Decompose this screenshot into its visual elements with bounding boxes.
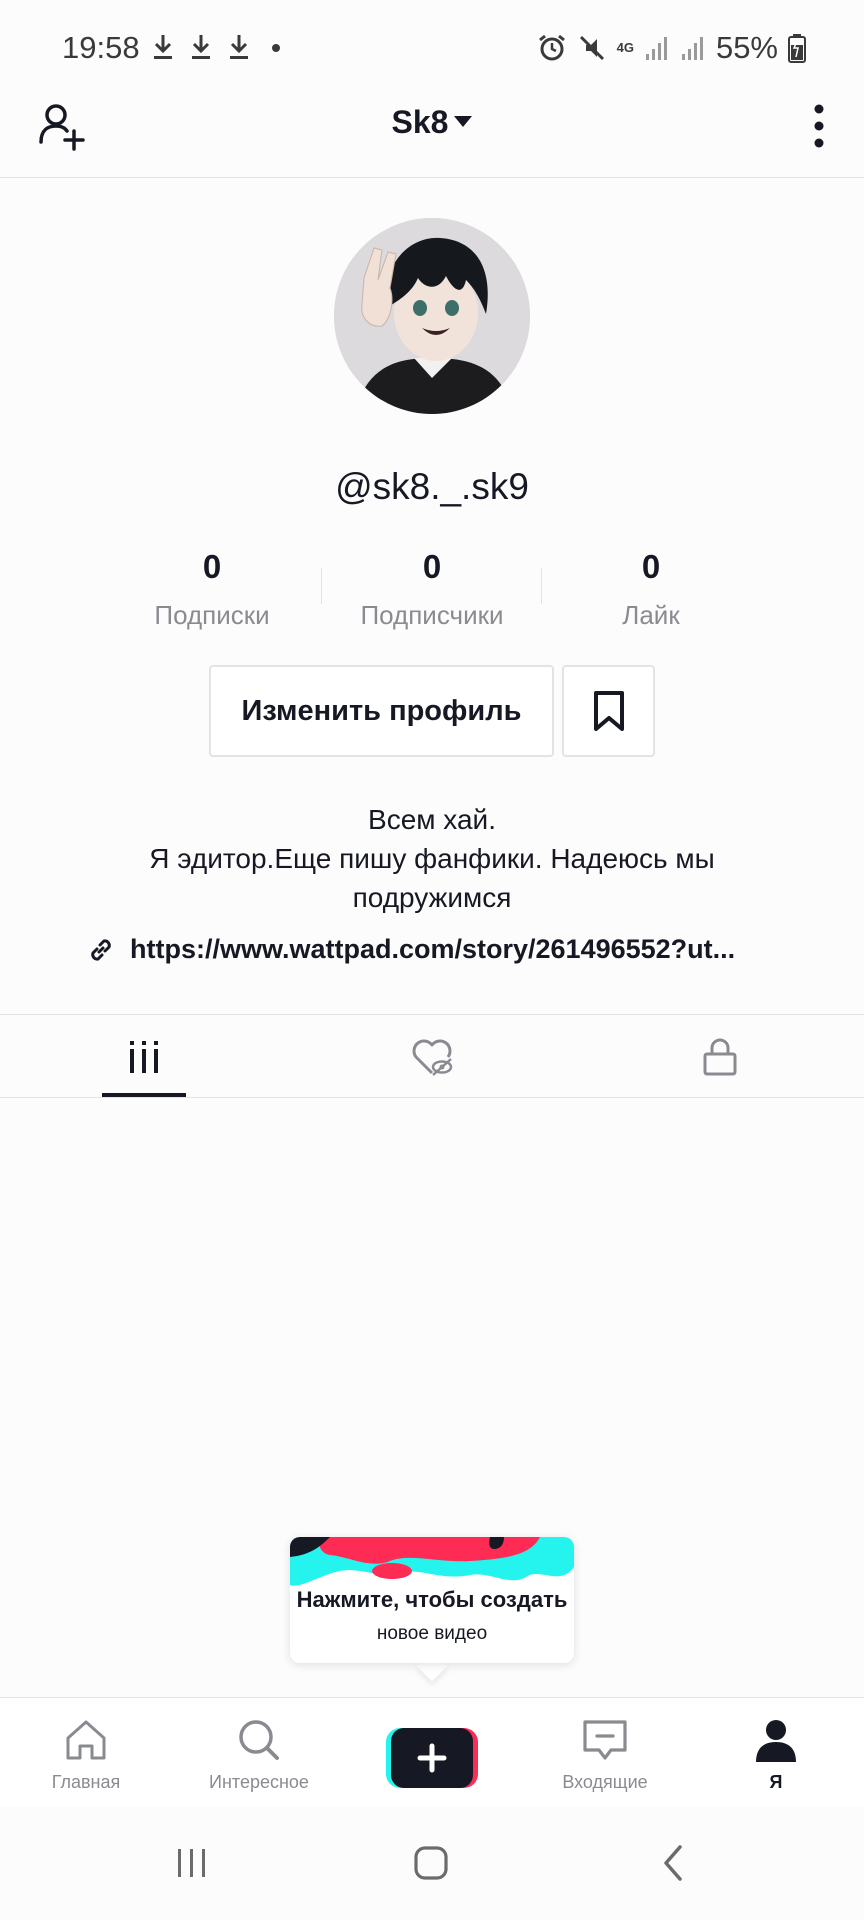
- alarm-icon: [538, 34, 565, 61]
- inbox-icon: [583, 1720, 627, 1760]
- nav-home[interactable]: Главная: [16, 1718, 156, 1793]
- nav-inbox[interactable]: Входящие: [535, 1718, 675, 1793]
- download-icon: [192, 35, 210, 59]
- bookmark-icon: [593, 691, 624, 731]
- likes-stat[interactable]: 0 Лайк: [551, 548, 751, 631]
- followers-label: Подписчики: [360, 600, 504, 630]
- tab-liked[interactable]: [288, 1015, 576, 1099]
- active-tab-indicator: [102, 1093, 186, 1097]
- recent-apps-icon[interactable]: [172, 1843, 212, 1883]
- tab-private[interactable]: [576, 1015, 864, 1099]
- account-name: Sk8: [391, 104, 449, 140]
- bottom-nav: Главная Интересное Входящие Я: [0, 1697, 864, 1807]
- stat-divider: [541, 568, 542, 604]
- following-stat[interactable]: 0 Подписки: [112, 548, 312, 631]
- home-icon: [66, 1720, 106, 1760]
- username: @sk8._.sk9: [335, 466, 529, 507]
- lock-icon: [703, 1038, 737, 1076]
- followers-count: 0: [422, 548, 442, 585]
- more-vertical-icon[interactable]: [804, 100, 834, 152]
- profile-icon: [756, 1720, 796, 1762]
- avatar[interactable]: [334, 218, 530, 414]
- bio-line: подружимся: [352, 882, 512, 913]
- link-icon: [91, 938, 111, 961]
- battery-percent: 55%: [715, 30, 778, 65]
- profile-header: Sk8: [0, 90, 864, 178]
- battery-icon: [788, 34, 806, 63]
- stat-divider: [321, 568, 322, 604]
- bio: Всем хай. Я эдитор.Еще пишу фанфики. Над…: [100, 800, 764, 917]
- signal-icon: [681, 37, 703, 60]
- back-icon[interactable]: [654, 1843, 694, 1883]
- chevron-down-icon: [454, 116, 473, 128]
- account-switcher[interactable]: Sk8: [0, 104, 864, 141]
- hidden-heart-icon: [412, 1039, 453, 1076]
- nav-home-label: Главная: [51, 1772, 121, 1792]
- download-icon: [154, 35, 172, 59]
- nav-discover-label: Интересное: [209, 1772, 309, 1792]
- bio-line: Всем хай.: [368, 804, 496, 835]
- following-label: Подписки: [154, 600, 270, 630]
- tooltip-subtitle: новое видео: [376, 1623, 488, 1644]
- favorites-button[interactable]: [562, 665, 655, 757]
- create-plus-icon[interactable]: [386, 1728, 478, 1788]
- likes-label: Лайк: [622, 600, 680, 630]
- edit-profile-button[interactable]: Изменить профиль: [209, 665, 554, 757]
- bio-link-text[interactable]: https://www.wattpad.com/story/261496552?…: [130, 934, 735, 965]
- search-icon: [239, 1720, 279, 1760]
- following-count: 0: [202, 548, 222, 585]
- bio-link[interactable]: https://www.wattpad.com/story/261496552?…: [86, 934, 735, 965]
- status-bar: 19:58 4G 55%: [0, 0, 864, 90]
- followers-stat[interactable]: 0 Подписчики: [332, 548, 532, 631]
- nav-discover[interactable]: Интересное: [189, 1718, 329, 1793]
- mute-icon: [579, 35, 604, 61]
- network-type: 4G: [616, 40, 634, 55]
- nav-profile-label: Я: [769, 1772, 783, 1792]
- grid-icon: [130, 1041, 158, 1073]
- status-icons: 4G 55%: [537, 30, 806, 66]
- content-tabs: [0, 1014, 864, 1098]
- bio-line: Я эдитор.Еще пишу фанфики. Надеюсь мы: [149, 843, 715, 874]
- tab-videos[interactable]: [0, 1015, 288, 1099]
- notification-dot: [272, 44, 280, 52]
- status-time: 19:58: [62, 30, 140, 65]
- signal-icon: [645, 37, 667, 60]
- home-button-icon[interactable]: [412, 1843, 452, 1883]
- nav-inbox-label: Входящие: [562, 1772, 648, 1792]
- create-tooltip[interactable]: Нажмите, чтобы создать новое видео: [290, 1537, 574, 1663]
- tooltip-title: Нажмите, чтобы создать: [296, 1587, 568, 1612]
- likes-count: 0: [641, 548, 661, 585]
- nav-profile[interactable]: Я: [706, 1718, 846, 1793]
- download-icon: [230, 35, 248, 59]
- avatar-image: [334, 218, 530, 414]
- system-nav-bar: [0, 1807, 864, 1920]
